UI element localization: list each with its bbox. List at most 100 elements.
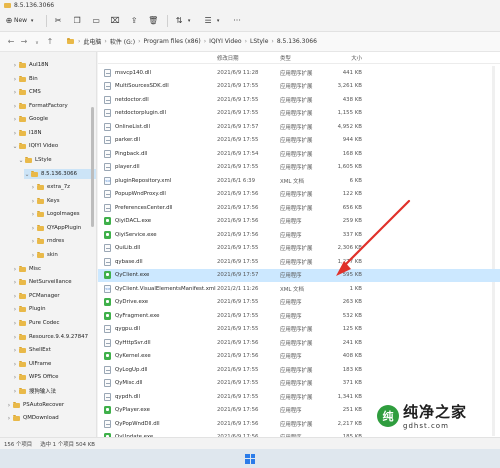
file-row[interactable]: msvcp140.dll 2021/6/9 11:28 应用程序扩展 441 KB (98, 66, 500, 80)
sidebar-item[interactable]: › PSAutoRecover (6, 400, 64, 410)
file-row[interactable]: QyFragment.exe 2021/6/9 17:55 应用程序 532 KB (98, 309, 500, 323)
chevron-right-icon[interactable]: › (12, 347, 18, 354)
file-row[interactable]: PreferencesCenter.dll 2021/6/9 17:56 应用程序扩… (98, 201, 500, 215)
breadcrumb-item[interactable]: Program files (x86) (144, 38, 201, 45)
sidebar-item[interactable]: › AuI18N (12, 60, 49, 70)
sidebar-item[interactable]: › Google (12, 114, 48, 124)
sidebar-item[interactable]: › NetSurveillance (12, 277, 72, 287)
chevron-right-icon[interactable]: › (12, 320, 18, 327)
sidebar-item[interactable]: › extra_7z (30, 182, 70, 192)
file-row[interactable]: player.dll 2021/6/9 17:55 应用程序扩展 1,605 KB (98, 161, 500, 175)
breadcrumb-item[interactable]: 软件 (G:) (110, 37, 135, 46)
chevron-right-icon[interactable]: › (12, 266, 18, 273)
chevron-right-icon[interactable]: › (30, 211, 36, 218)
chevron-down-icon[interactable]: ⌄ (12, 143, 18, 150)
breadcrumb-item[interactable]: 此电脑 (83, 37, 101, 46)
forward-button[interactable]: → (19, 37, 29, 46)
file-row[interactable]: pluginRepository.xml 2021/6/1 6:39 XML 文档 6… (98, 174, 500, 188)
sidebar-item[interactable]: ⌄ LStyle (18, 155, 52, 165)
file-row[interactable]: QiyiDACL.exe 2021/6/9 17:56 应用程序 259 KB (98, 215, 500, 229)
chevron-right-icon[interactable]: › (12, 116, 18, 123)
file-row[interactable]: QyLogUp.dll 2021/6/9 17:55 应用程序扩展 183 KB (98, 363, 500, 377)
file-row[interactable]: netdoctorplugin.dll 2021/6/9 17:55 应用程序扩展 1… (98, 107, 500, 121)
sidebar-item[interactable]: › Resource.9.4.9.27847 (12, 332, 88, 342)
share-button[interactable]: ⇪ (129, 16, 139, 26)
chevron-right-icon[interactable]: › (6, 402, 12, 409)
sort-button[interactable]: ⇅ ▾ (174, 16, 194, 26)
chevron-right-icon[interactable]: › (30, 198, 36, 205)
sidebar-item[interactable]: › LogoImages (30, 209, 80, 219)
file-row[interactable]: MultiSourcesSDK.dll 2021/6/9 17:55 应用程序扩展 3… (98, 80, 500, 94)
file-row[interactable]: QyKernel.exe 2021/6/9 17:56 应用程序 408 KB (98, 350, 500, 364)
sidebar-item[interactable]: › WPS Office (12, 372, 58, 382)
file-row[interactable]: OnlineList.dll 2021/6/9 17:57 应用程序扩展 4,952 … (98, 120, 500, 134)
chevron-right-icon[interactable]: › (12, 374, 18, 381)
sidebar-item[interactable]: › ShellExt (12, 345, 51, 355)
chevron-right-icon[interactable]: › (12, 89, 18, 96)
sidebar-item[interactable]: › Pure Codec (12, 318, 59, 328)
file-row[interactable]: qygpu.dll 2021/6/9 17:55 应用程序扩展 125 KB (98, 323, 500, 337)
view-button[interactable]: ☰ ▾ (203, 16, 223, 26)
chevron-right-icon[interactable]: › (12, 388, 18, 395)
file-row[interactable]: Pingback.dll 2021/6/9 17:54 应用程序扩展 168 KB (98, 147, 500, 161)
file-row[interactable]: QyHttpSvr.dll 2021/6/9 17:56 应用程序扩展 241 KB (98, 336, 500, 350)
breadcrumb-item[interactable]: IQIYI Video (209, 38, 241, 45)
new-button[interactable]: ⊕ New ▾ (4, 16, 37, 26)
delete-button[interactable]: 🗑 (148, 16, 158, 26)
chevron-down-icon[interactable]: ⌄ (24, 171, 30, 178)
sidebar-item[interactable]: › skin (30, 250, 58, 260)
file-row[interactable]: PopupWndProxy.dll 2021/6/9 17:56 应用程序扩展 122… (98, 188, 500, 202)
sidebar-item[interactable]: › Bin (12, 74, 38, 84)
chevron-right-icon[interactable]: › (12, 279, 18, 286)
file-row[interactable]: QyDrive.exe 2021/6/9 17:55 应用程序 263 KB (98, 296, 500, 310)
file-row[interactable]: parker.dll 2021/6/9 17:55 应用程序扩展 944 KB (98, 134, 500, 148)
sidebar-item[interactable]: › 搜狗输入法 (12, 386, 56, 396)
chevron-right-icon[interactable]: › (30, 225, 36, 232)
chevron-right-icon[interactable]: › (12, 62, 18, 69)
chevron-right-icon[interactable]: › (12, 361, 18, 368)
file-row[interactable]: qybase.dll 2021/6/9 17:55 应用程序扩展 1,277 KB (98, 255, 500, 269)
more-button[interactable]: ··· (232, 16, 242, 26)
file-row[interactable]: QuiLib.dll 2021/6/9 17:55 应用程序扩展 2,306 KB (98, 242, 500, 256)
sidebar-item[interactable]: › CMS (12, 87, 41, 97)
rename-button[interactable]: ⌧ (110, 16, 120, 26)
breadcrumb-item[interactable]: 8.5.136.3066 (277, 38, 317, 45)
cut-button[interactable]: ✂ (53, 16, 63, 26)
chevron-right-icon[interactable]: › (12, 306, 18, 313)
sidebar-item[interactable]: › rndres (30, 236, 64, 246)
sidebar-item[interactable]: ⌄ IQIYI Video (12, 141, 58, 151)
back-button[interactable]: ← (6, 37, 16, 46)
chevron-right-icon[interactable]: › (12, 334, 18, 341)
file-row[interactable]: QyClient.VisualElementsManifest.xml2021/… (98, 282, 500, 296)
chevron-right-icon[interactable]: › (30, 184, 36, 191)
column-header-date[interactable]: 修改日期 (217, 54, 239, 62)
sidebar-item[interactable]: › Misc (12, 264, 41, 274)
sidebar-item[interactable]: › FormatFactory (12, 101, 68, 111)
file-row[interactable]: netdoctor.dll 2021/6/9 17:55 应用程序扩展 438 KB (98, 93, 500, 107)
breadcrumb-item[interactable]: LStyle (250, 38, 268, 45)
chevron-right-icon[interactable]: › (12, 103, 18, 110)
chevron-right-icon[interactable]: › (30, 252, 36, 259)
sidebar-item[interactable]: › PCManager (12, 291, 60, 301)
sidebar-item[interactable]: › Plugin (12, 304, 46, 314)
file-row[interactable]: QiyiService.exe 2021/6/9 17:56 应用程序 337 KB (98, 228, 500, 242)
paste-button[interactable]: ▭ (91, 16, 101, 26)
sidebar-item[interactable]: ⌄ 8.5.136.3066 (24, 169, 96, 179)
file-row[interactable]: QyClient.exe 2021/6/9 17:57 应用程序 595 KB (98, 268, 500, 282)
chevron-right-icon[interactable]: › (30, 238, 36, 245)
column-header-size[interactable]: 大小 (351, 54, 362, 62)
chevron-right-icon[interactable]: › (12, 293, 18, 300)
sidebar-item[interactable]: › UIFrame (12, 359, 51, 369)
copy-button[interactable]: ❐ (72, 16, 82, 26)
sidebar-item[interactable]: › QYAppPlugin (30, 223, 81, 233)
recent-button[interactable]: ∨ (32, 37, 42, 46)
windows-start-icon[interactable] (245, 453, 255, 464)
file-row[interactable]: QyMisc.dll 2021/6/9 17:55 应用程序扩展 371 KB (98, 377, 500, 391)
chevron-right-icon[interactable]: › (12, 130, 18, 137)
chevron-right-icon[interactable]: › (6, 415, 12, 422)
sidebar-item[interactable]: › QMDownload (6, 413, 59, 423)
up-button[interactable]: ↑ (45, 37, 55, 46)
chevron-right-icon[interactable]: › (12, 76, 18, 83)
sidebar-item[interactable]: › Keys (30, 196, 60, 206)
column-header-type[interactable]: 类型 (280, 54, 291, 62)
